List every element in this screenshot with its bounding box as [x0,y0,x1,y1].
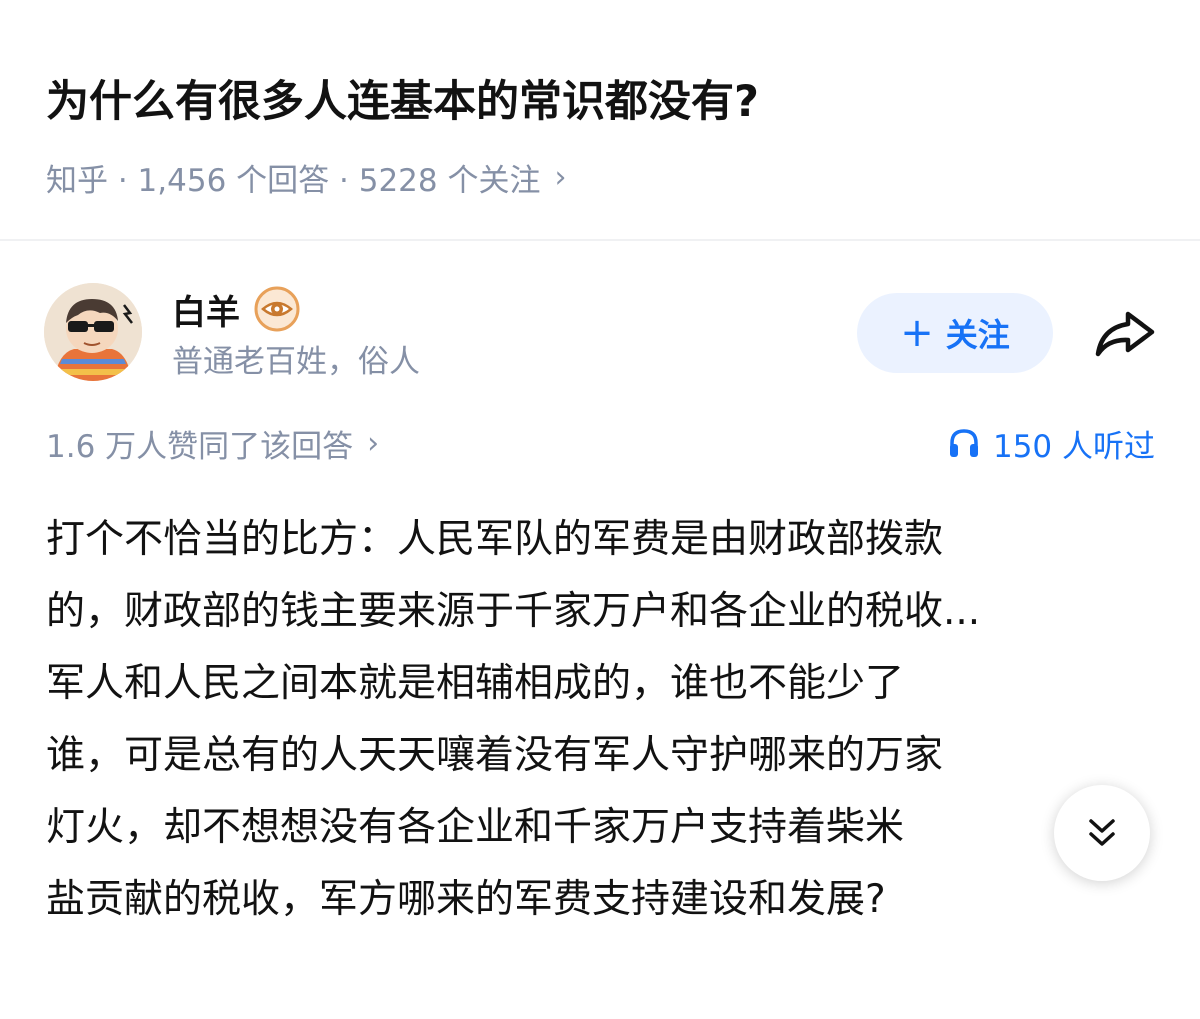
answer-line: 盐贡献的税收，军方哪来的军费支持建设和发展? [46,877,886,922]
author-name[interactable]: 白羊 [172,285,240,334]
chevron-right-icon: › [554,159,567,195]
question-meta-text: 知乎 · 1,456 个回答 · 5228 个关注 [46,162,541,199]
follow-button[interactable]: + 关注 [857,293,1053,373]
chevron-double-down-icon [1089,819,1115,846]
author-bio: 普通老百姓，俗人 [172,344,420,380]
question-title[interactable]: 为什么有很多人连基本的常识都没有? [46,70,759,134]
answer-line: 打个不恰当的比方：人民军队的军费是由财政部拨款 [46,517,944,562]
answer-line: 灯火，却不想想没有各企业和千家万户支持着柴米 [46,805,905,850]
answer-content[interactable]: 打个不恰当的比方：人民军队的军费是由财政部拨款 的，财政部的钱主要来源于千家万户… [46,504,1158,936]
eye-badge-icon[interactable] [254,286,300,332]
follow-label: 关注 [945,316,1010,354]
answer-line: 的，财政部的钱主要来源于千家万户和各企业的税收... [46,589,981,634]
listen-label: 150 人听过 [992,428,1155,465]
avatar[interactable] [44,283,142,381]
author-name-row: 白羊 [172,285,300,333]
answer-line: 军人和人民之间本就是相辅相成的，谁也不能少了 [46,661,905,706]
headphones-icon [949,429,978,457]
question-header: 为什么有很多人连基本的常识都没有? 知乎 · 1,456 个回答 · 5228 … [0,0,1200,238]
section-divider [0,239,1200,241]
votes-link[interactable]: 1.6 万人赞同了该回答 › [46,418,379,468]
share-arrow-icon[interactable] [1092,306,1158,362]
chevron-right-icon: › [367,425,380,461]
avatar-cartoon-icon [44,283,142,381]
question-meta[interactable]: 知乎 · 1,456 个回答 · 5228 个关注 › [46,152,566,202]
listen-button[interactable]: 150 人听过 [947,418,1155,468]
votes-label: 1.6 万人赞同了该回答 [46,428,354,465]
answer-line: 谁，可是总有的人天天嚷着没有军人守护哪来的万家 [46,733,944,778]
plus-icon: + [900,310,934,356]
expand-button[interactable] [1054,785,1150,881]
